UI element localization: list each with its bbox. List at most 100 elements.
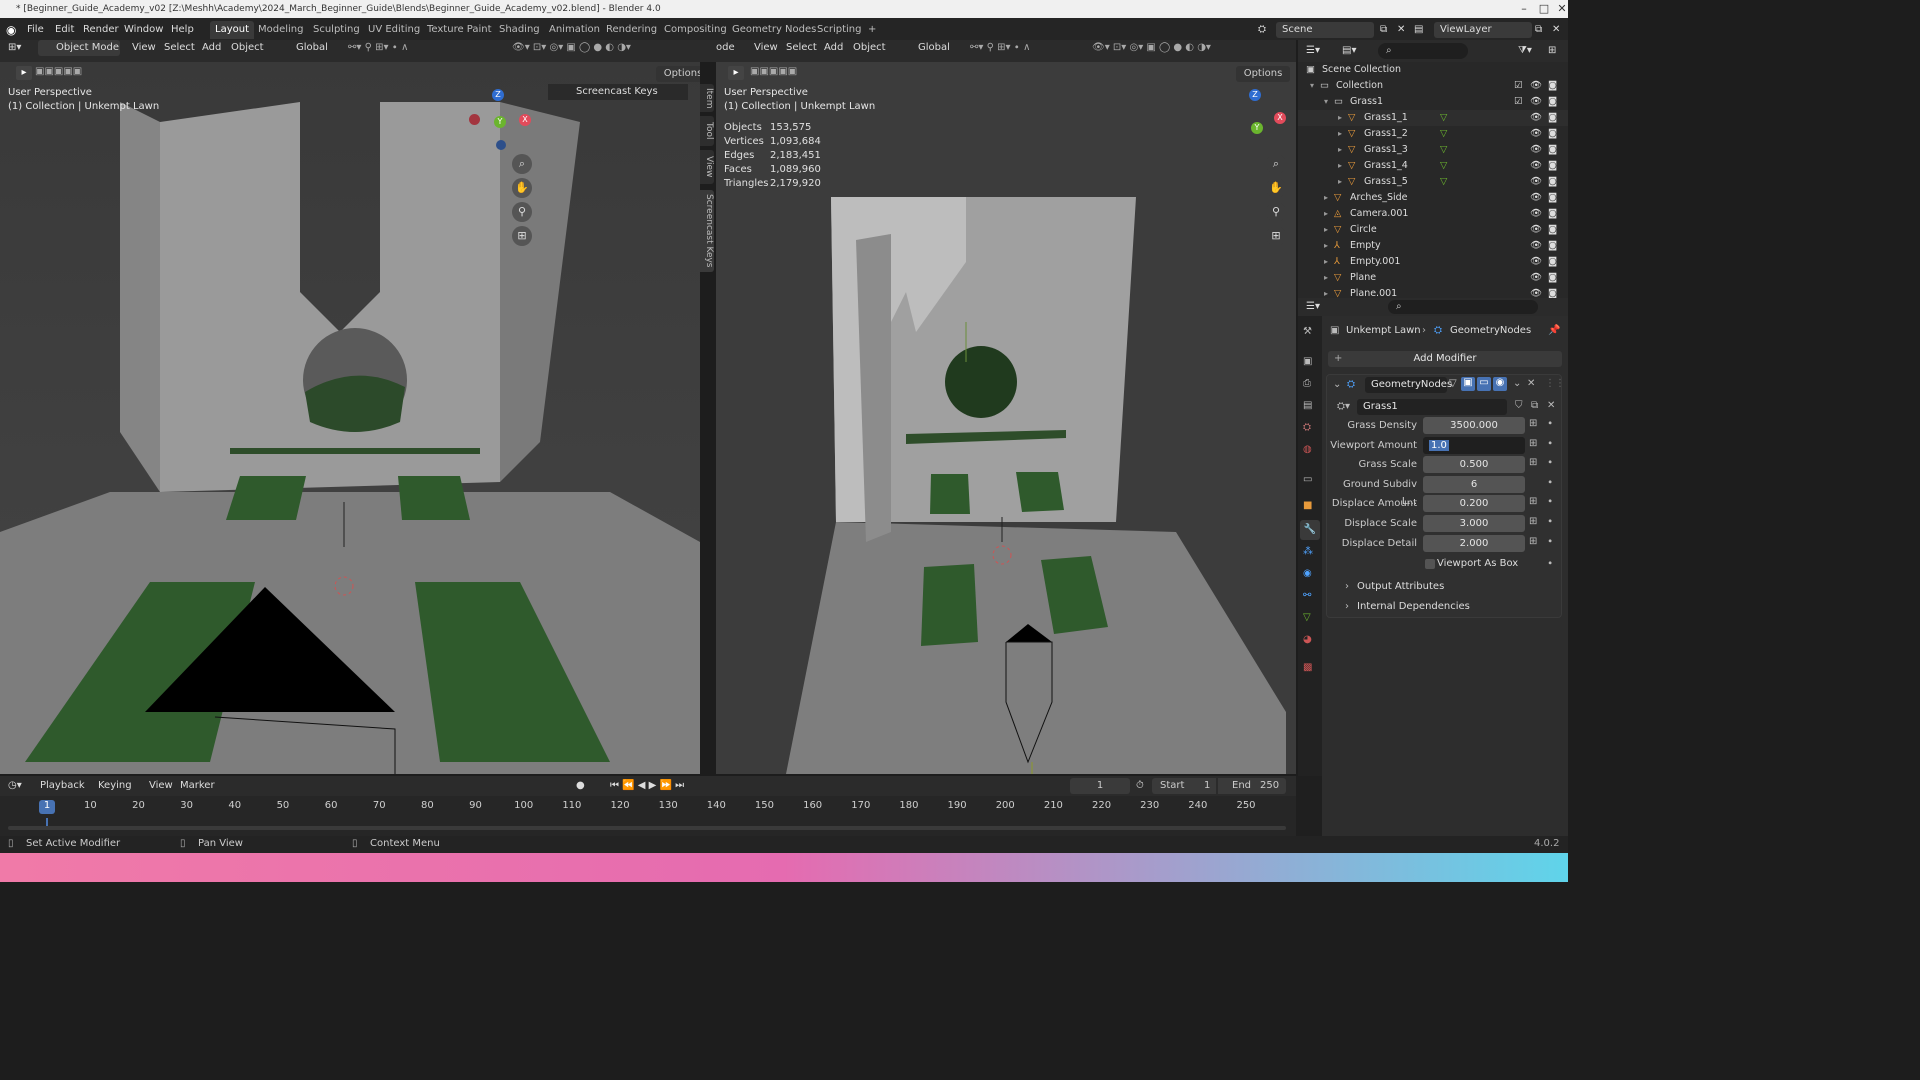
keyframe-dot-icon[interactable]: ∙: [1547, 477, 1553, 488]
world-tab-icon[interactable]: ◍: [1303, 444, 1312, 455]
select-tool-icon[interactable]: ▸: [16, 66, 32, 80]
particles-tab-icon[interactable]: ⁂: [1303, 546, 1313, 557]
keyframe-dot-icon[interactable]: ∙: [1547, 438, 1553, 449]
physics-tab-icon[interactable]: ◉: [1303, 568, 1312, 579]
tab-shading[interactable]: Shading: [494, 21, 545, 39]
tab-geometry-nodes[interactable]: Geometry Nodes: [727, 21, 821, 39]
visibility-eye-icon[interactable]: 👁: [1530, 94, 1542, 110]
outliner-row[interactable]: ▸ ⅄ Empty.001 👁 ◙: [1298, 254, 1568, 270]
render-camera-icon[interactable]: ◙: [1548, 270, 1557, 286]
expand-chevron-icon[interactable]: ▸: [1338, 158, 1342, 174]
render-camera-icon[interactable]: ◙: [1548, 110, 1557, 126]
render-camera-icon[interactable]: ◙: [1548, 126, 1557, 142]
visibility-eye-icon[interactable]: 👁: [1530, 158, 1542, 174]
right-camera-view-icon[interactable]: ⚲: [1266, 202, 1286, 222]
record-icon[interactable]: ●: [576, 778, 585, 794]
right-menu-select[interactable]: Select: [786, 40, 817, 56]
right-select-tool-icon[interactable]: ▸: [728, 66, 744, 80]
screencast-keys-panel[interactable]: Screencast Keys: [548, 84, 688, 100]
output-attributes-chevron-icon[interactable]: ›: [1345, 581, 1349, 592]
visibility-eye-icon[interactable]: 👁: [1530, 238, 1542, 254]
right-grid-view-icon[interactable]: ⊞: [1266, 226, 1286, 246]
expand-chevron-icon[interactable]: ▸: [1338, 142, 1342, 158]
output-attributes-subpanel[interactable]: Output Attributes: [1357, 579, 1444, 595]
new-scene-icon[interactable]: ⧉: [1380, 22, 1387, 38]
data-tab-icon[interactable]: ▽: [1303, 612, 1311, 623]
outliner-row[interactable]: ▸ ▽ Plane 👁 ◙: [1298, 270, 1568, 286]
attribute-toggle-icon[interactable]: ⊞: [1529, 438, 1537, 449]
expand-chevron-icon[interactable]: ▸: [1324, 238, 1328, 254]
visibility-eye-icon[interactable]: 👁: [1530, 190, 1542, 206]
param-field[interactable]: 3.000: [1423, 515, 1525, 532]
right-mode-dropdown[interactable]: ode: [716, 40, 735, 56]
outliner-search-input[interactable]: ⌕: [1378, 43, 1468, 59]
menu-select[interactable]: Select: [164, 40, 195, 56]
visibility-eye-icon[interactable]: 👁: [1530, 254, 1542, 270]
visibility-eye-icon[interactable]: 👁: [1530, 142, 1542, 158]
right-selection-mode-icons[interactable]: ▣▣▣▣▣: [750, 66, 797, 77]
timeline-editor-icon[interactable]: ◷▾: [8, 778, 22, 794]
keyframe-dot-icon[interactable]: ∙: [1547, 457, 1553, 468]
expand-chevron-icon[interactable]: ▾: [1310, 78, 1314, 94]
render-camera-icon[interactable]: ◙: [1548, 158, 1557, 174]
visibility-eye-icon[interactable]: 👁: [1530, 174, 1542, 190]
param-field[interactable]: 3500.000: [1423, 417, 1525, 434]
new-collection-icon[interactable]: ⊞: [1548, 43, 1556, 59]
attribute-toggle-icon[interactable]: ⊞: [1529, 536, 1537, 547]
gizmo-y-axis[interactable]: Y: [494, 116, 506, 128]
right-zoom-icon[interactable]: ⌕: [1266, 154, 1286, 174]
keyframe-dot-icon[interactable]: ∙: [1547, 536, 1553, 547]
add-workspace-button[interactable]: +: [863, 21, 881, 39]
outliner-editor-icon[interactable]: ☰▾: [1306, 43, 1320, 59]
constraints-tab-icon[interactable]: ⚯: [1303, 590, 1311, 601]
render-camera-icon[interactable]: ◙: [1548, 254, 1557, 270]
collection-tab-icon[interactable]: ▭: [1303, 474, 1312, 485]
visibility-eye-icon[interactable]: 👁: [1530, 206, 1542, 222]
gizmo-z-axis[interactable]: Z: [492, 89, 504, 101]
cage-toggle-icon[interactable]: ▣: [1461, 377, 1475, 391]
expand-chevron-icon[interactable]: ▸: [1324, 270, 1328, 286]
render-camera-icon[interactable]: ◙: [1548, 94, 1557, 110]
menu-view[interactable]: View: [132, 40, 156, 56]
node-tree-icon[interactable]: ⛭▾: [1337, 401, 1350, 412]
render-camera-icon[interactable]: ◙: [1548, 286, 1557, 298]
gizmo-neg-z[interactable]: [496, 140, 506, 150]
current-frame-field[interactable]: 1: [1070, 778, 1130, 794]
attribute-toggle-icon[interactable]: ⊞: [1529, 418, 1537, 429]
object-tab-icon[interactable]: ■: [1303, 500, 1312, 511]
render-camera-icon[interactable]: ◙: [1548, 142, 1557, 158]
param-field[interactable]: 0.200: [1423, 495, 1525, 513]
visibility-eye-icon[interactable]: 👁: [1530, 270, 1542, 286]
shading-icons[interactable]: 👁▾ ⊡▾ ◎▾ ▣ ◯ ● ◐ ◑▾: [512, 40, 631, 56]
pan-hand-icon[interactable]: ✋: [512, 178, 532, 198]
view-layer-tab-icon[interactable]: ▤: [1303, 400, 1312, 411]
expand-chevron-icon[interactable]: ▸: [1324, 206, 1328, 222]
new-viewlayer-icon[interactable]: ⧉: [1535, 22, 1542, 38]
render-tab-icon[interactable]: ▣: [1303, 356, 1312, 367]
visibility-eye-icon[interactable]: 👁: [1530, 126, 1542, 142]
tab-texture-paint[interactable]: Texture Paint: [422, 21, 497, 39]
right-menu-add[interactable]: Add: [824, 40, 843, 56]
tab-scripting[interactable]: Scripting: [812, 21, 866, 39]
right-gizmo-y-axis[interactable]: Y: [1251, 122, 1263, 134]
properties-search-input[interactable]: ⌕: [1388, 300, 1538, 314]
sidebar-tab-view[interactable]: View: [700, 150, 714, 184]
attribute-toggle-icon[interactable]: ⊞: [1529, 516, 1537, 527]
duplicate-icon[interactable]: ⧉: [1531, 400, 1538, 411]
tab-modeling[interactable]: Modeling: [253, 21, 309, 39]
right-orientation-dropdown[interactable]: Global: [902, 40, 964, 56]
expand-chevron-icon[interactable]: ▾: [1324, 94, 1328, 110]
expand-chevron-icon[interactable]: ▸: [1324, 190, 1328, 206]
tool-tab-icon[interactable]: ⚒: [1303, 326, 1312, 337]
outliner-row[interactable]: ▾ ▭ Grass1 👁 ◙ ☑: [1298, 94, 1568, 110]
timeline-body[interactable]: 1 10 20 30 40 50 60 70 80 90 100 110 120 130 140 150 160…: [0, 796, 1296, 836]
menu-add[interactable]: Add: [202, 40, 221, 56]
tab-layout[interactable]: Layout: [210, 21, 254, 39]
display-mode-icon[interactable]: ▤▾: [1342, 43, 1356, 59]
sidebar-tab-item[interactable]: Item: [700, 84, 714, 112]
tab-compositing[interactable]: Compositing: [659, 21, 732, 39]
end-frame-field[interactable]: End 250: [1218, 778, 1286, 794]
sidebar-tab-screencast-keys[interactable]: Screencast Keys: [700, 190, 714, 272]
menu-render[interactable]: Render: [83, 22, 119, 38]
viewlayer-selector[interactable]: ViewLayer: [1434, 22, 1532, 38]
